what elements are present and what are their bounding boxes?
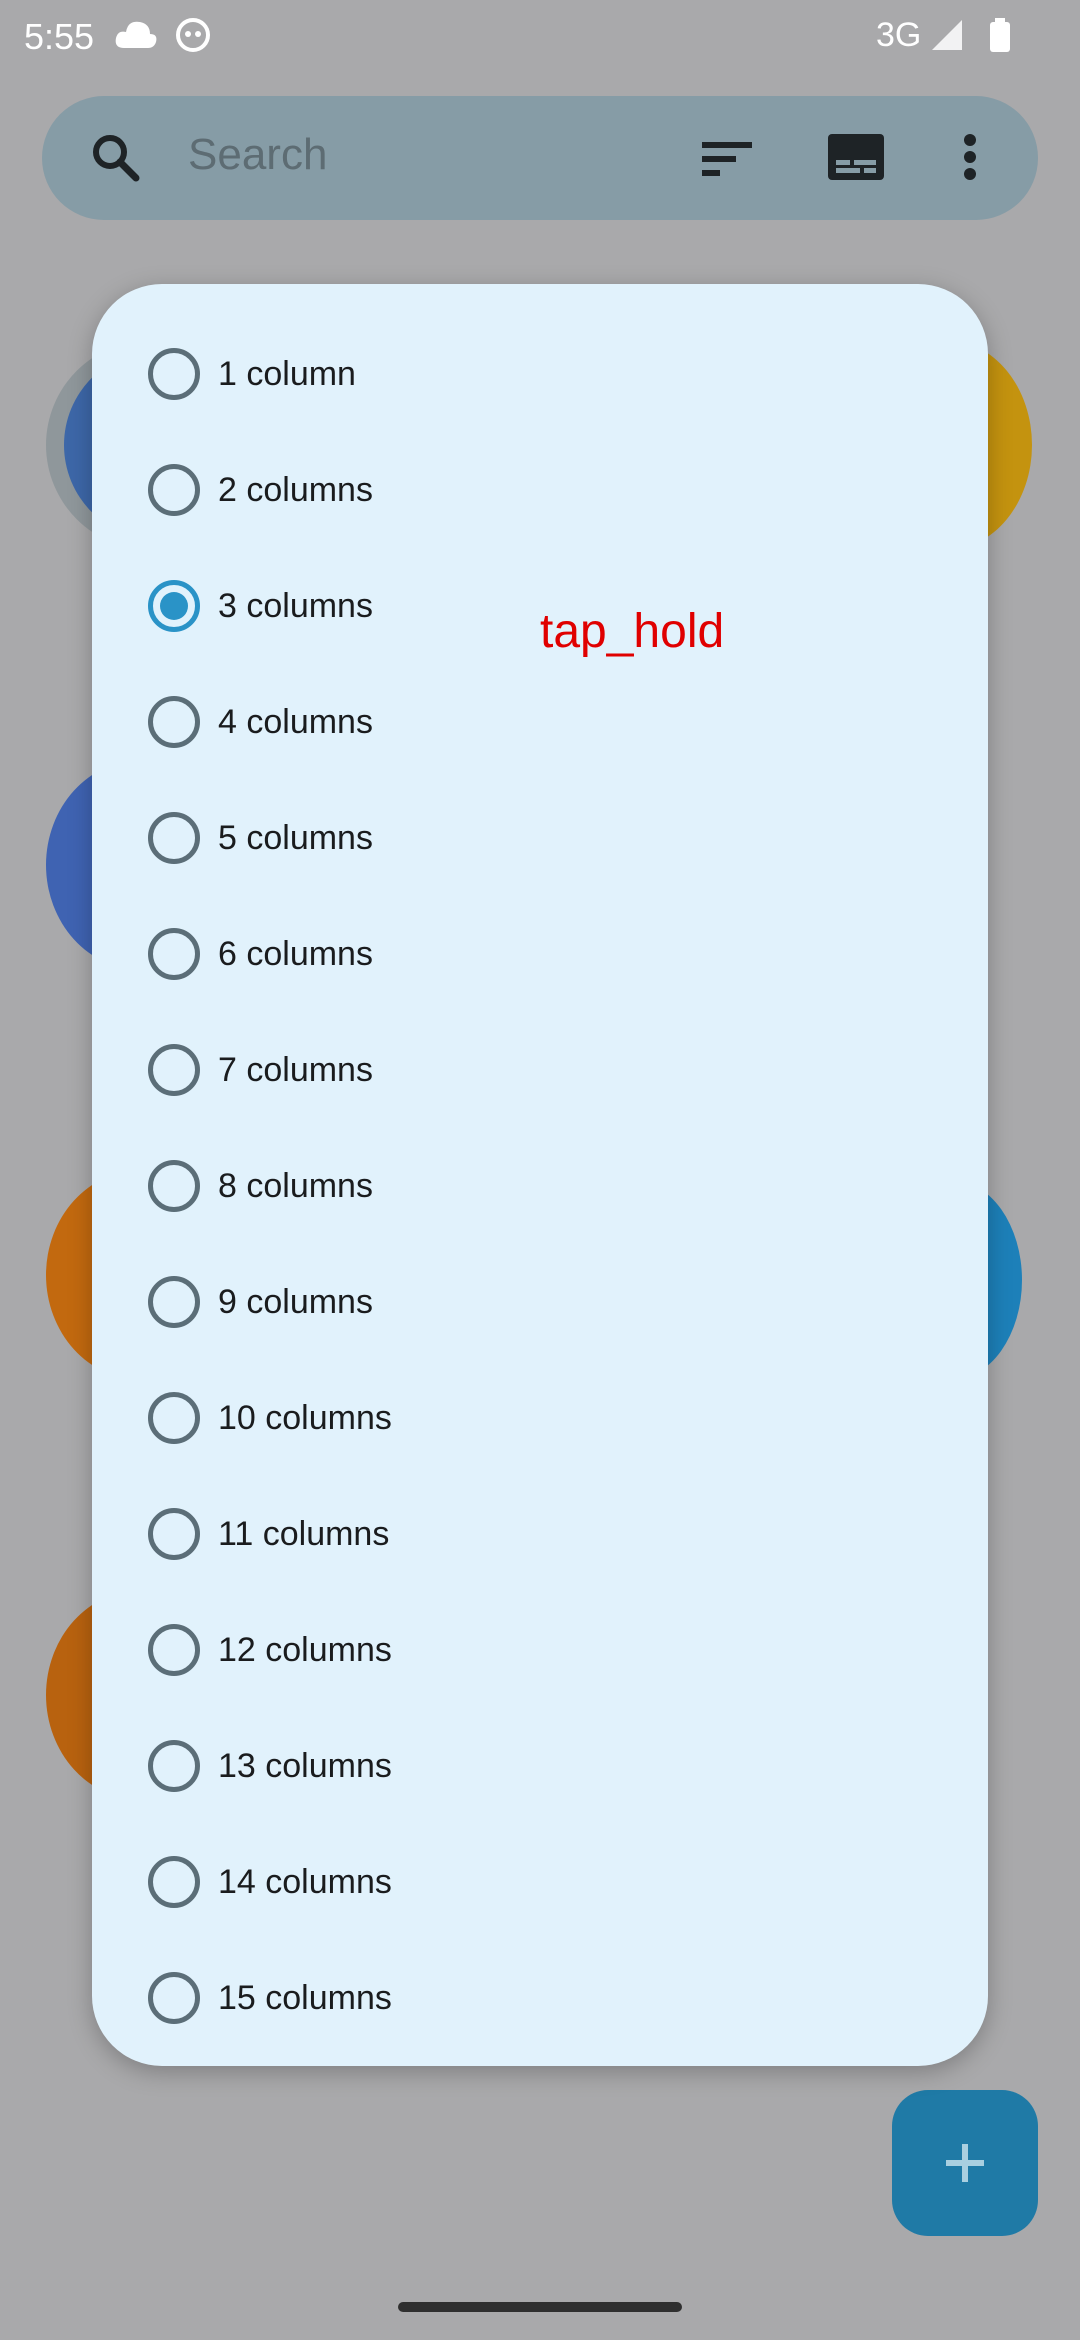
option-label: 15 columns — [218, 1978, 392, 2017]
option-14-columns[interactable]: 14 columns — [92, 1824, 988, 1940]
search-icon[interactable] — [88, 130, 142, 189]
option-13-columns[interactable]: 13 columns — [92, 1708, 988, 1824]
column-count-dialog: 1 column 2 columns 3 columns 4 columns 5… — [92, 284, 988, 2066]
radio-button[interactable] — [148, 1276, 200, 1328]
radio-button[interactable] — [148, 1972, 200, 2024]
search-input[interactable]: Search — [188, 130, 327, 180]
option-label: 11 columns — [218, 1514, 390, 1553]
option-label: 8 columns — [218, 1166, 373, 1205]
home-indicator[interactable] — [398, 2302, 682, 2312]
radio-button[interactable] — [148, 348, 200, 400]
option-12-columns[interactable]: 12 columns — [92, 1592, 988, 1708]
option-5-columns[interactable]: 5 columns — [92, 780, 988, 896]
radio-button[interactable] — [148, 696, 200, 748]
sort-icon[interactable] — [702, 138, 754, 183]
option-label: 7 columns — [218, 1050, 373, 1089]
option-2-columns[interactable]: 2 columns — [92, 432, 988, 548]
option-label: 10 columns — [218, 1398, 392, 1437]
option-label: 4 columns — [218, 702, 373, 741]
add-button[interactable] — [892, 2090, 1038, 2236]
option-15-columns[interactable]: 15 columns — [92, 1940, 988, 2056]
radio-button[interactable] — [148, 1392, 200, 1444]
more-vert-icon[interactable] — [962, 134, 978, 185]
option-label: 12 columns — [218, 1630, 392, 1669]
radio-button[interactable] — [148, 1160, 200, 1212]
battery-icon — [988, 18, 1012, 59]
option-8-columns[interactable]: 8 columns — [92, 1128, 988, 1244]
option-label: 9 columns — [218, 1282, 373, 1321]
search-bar[interactable]: Search — [42, 96, 1038, 220]
action-annotation: tap_hold — [540, 605, 725, 658]
option-label: 14 columns — [218, 1862, 392, 1901]
radio-button[interactable] — [148, 464, 200, 516]
option-label: 1 column — [218, 354, 356, 393]
option-label: 3 columns — [218, 586, 373, 625]
radio-button[interactable] — [148, 1624, 200, 1676]
add-icon — [932, 2130, 998, 2201]
radio-button[interactable] — [148, 1508, 200, 1560]
radio-button[interactable] — [148, 1740, 200, 1792]
radio-button[interactable] — [148, 812, 200, 864]
option-9-columns[interactable]: 9 columns — [92, 1244, 988, 1360]
cloud-icon — [114, 18, 158, 57]
radio-button-selected[interactable] — [148, 580, 200, 632]
signal-icon — [930, 18, 966, 57]
option-label: 2 columns — [218, 470, 373, 509]
radio-button[interactable] — [148, 1856, 200, 1908]
status-time: 5:55 — [24, 16, 95, 57]
option-10-columns[interactable]: 10 columns — [92, 1360, 988, 1476]
option-label: 13 columns — [218, 1746, 392, 1785]
status-bar: 5:55 3G — [0, 0, 1080, 72]
option-6-columns[interactable]: 6 columns — [92, 896, 988, 1012]
option-11-columns[interactable]: 11 columns — [92, 1476, 988, 1592]
option-label: 6 columns — [218, 934, 373, 973]
robot-face-icon — [176, 18, 210, 57]
network-type: 3G — [876, 16, 922, 54]
option-1-column[interactable]: 1 column — [92, 316, 988, 432]
option-4-columns[interactable]: 4 columns — [92, 664, 988, 780]
radio-button[interactable] — [148, 928, 200, 980]
option-7-columns[interactable]: 7 columns — [92, 1012, 988, 1128]
option-label: 5 columns — [218, 818, 373, 857]
view-mode-icon[interactable] — [828, 134, 884, 185]
radio-button[interactable] — [148, 1044, 200, 1096]
